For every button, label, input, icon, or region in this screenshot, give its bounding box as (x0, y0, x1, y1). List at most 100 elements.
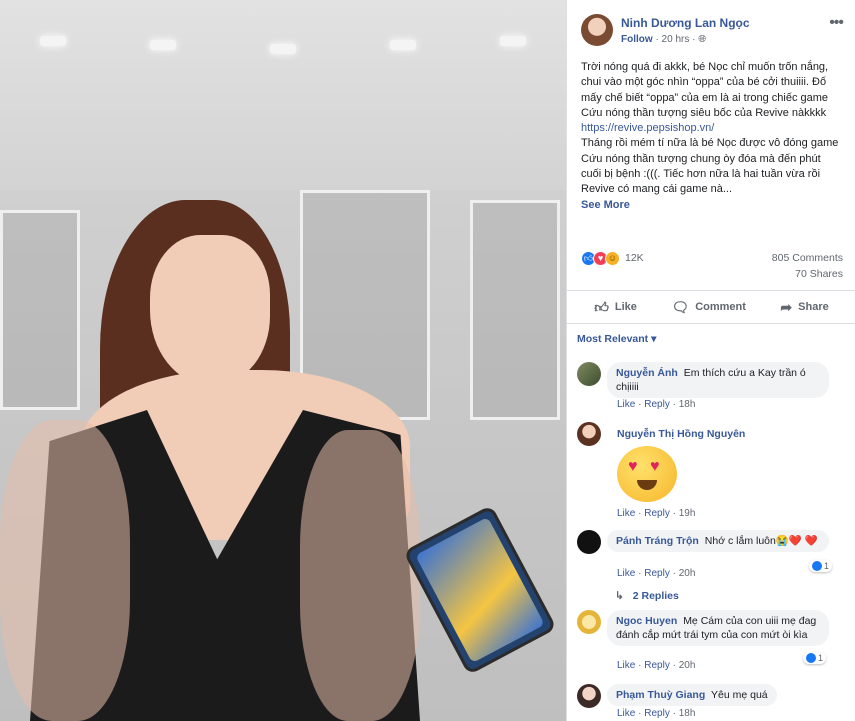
post-text-part2: Tháng rồi mém tí nữa là bé Nọc được vô đ… (581, 137, 839, 196)
comment-actions: Like · Reply · 18h (617, 708, 696, 719)
heart-eye-icon: ♥ (650, 458, 660, 475)
commenter-name[interactable]: Ngoc Huyen (616, 615, 677, 627)
globe-icon: 🌐︎ (698, 34, 707, 45)
ceiling-lamp (270, 44, 296, 54)
comment-reaction-badge[interactable]: 1 (803, 652, 827, 664)
display-shelf (470, 200, 560, 420)
comment-bubble: Pánh Tráng Trộn Nhớ c lắm luôn😭❤️ ❤️ (607, 530, 829, 552)
comment-bubble: Nguyễn Ánh Em thích cứu a Kay trần ó chị… (607, 362, 829, 398)
post-time[interactable]: · 20 hrs · (655, 34, 695, 45)
like-label: Like (614, 301, 637, 313)
post-text: Trời nóng quá đi akkk, bé Nọc chỉ muốn t… (581, 60, 843, 213)
comment-reply-link[interactable]: Reply (644, 708, 670, 719)
commenter-avatar[interactable] (577, 684, 601, 708)
comment-label: Comment (695, 301, 746, 313)
comment-time[interactable]: 20h (679, 660, 696, 671)
face (150, 235, 270, 385)
share-label: Share (798, 301, 829, 313)
comment-time[interactable]: 18h (679, 399, 696, 410)
commenter-name[interactable]: Nguyễn Thị Hồng Nguyên (617, 428, 745, 440)
ceiling-lamp (500, 36, 526, 46)
comment-time[interactable]: 20h (679, 568, 696, 579)
comment-bubble: Phạm Thuỳ Giang Yêu mẹ quá (607, 684, 777, 706)
commenter-avatar[interactable] (577, 362, 601, 386)
speech-bubble-icon: 🗨︎ (671, 298, 690, 315)
reaction-count: 12K (625, 252, 644, 264)
share-count[interactable]: 70 Shares (795, 268, 843, 280)
comment: Ngoc Huyen Mẹ Cám của con uiii mẹ đag đá… (577, 610, 847, 672)
reaction-summary[interactable]: 👍︎ ♥ ☺ 12K (581, 250, 644, 266)
comment-count[interactable]: 805 Comments (772, 252, 843, 264)
post-text-part1: Trời nóng quá đi akkk, bé Nọc chỉ muốn t… (581, 61, 829, 119)
comment-like-link[interactable]: Like (617, 568, 635, 579)
tulle-sleeve (0, 420, 130, 721)
view-replies-link[interactable]: ↳ 2 Replies (615, 590, 679, 602)
display-shelf (0, 210, 80, 410)
commenter-avatar[interactable] (577, 610, 601, 634)
commenter-name[interactable]: Pánh Tráng Trộn (616, 535, 699, 547)
like-reaction-icon (806, 653, 816, 663)
comment-reaction-count: 1 (818, 653, 824, 663)
comment-actions: Like · Reply · 20h (617, 568, 696, 579)
haha-reaction-icon: ☺ (605, 250, 620, 266)
thumbs-up-icon: 👍︎ (594, 298, 609, 315)
author-name[interactable]: Ninh Dương Lan Ngọc (621, 16, 750, 30)
comment-reply-link[interactable]: Reply (644, 568, 670, 579)
caret-down-icon: ▾ (651, 333, 657, 345)
ceiling (0, 0, 566, 190)
share-button[interactable]: ➦ Share (780, 299, 828, 316)
comment: Phạm Thuỳ Giang Yêu mẹ quá Like · Reply … (577, 684, 847, 721)
comment-reaction-badge[interactable]: 1 (809, 560, 833, 572)
comment-like-link[interactable]: Like (617, 508, 635, 519)
share-arrow-icon: ➦ (780, 298, 793, 315)
see-more-link[interactable]: See More (581, 198, 843, 213)
ceiling-lamp (40, 36, 66, 46)
sort-label: Most Relevant (577, 333, 649, 345)
comment-reply-link[interactable]: Reply (644, 660, 670, 671)
comment-reaction-count: 1 (824, 561, 830, 571)
comment-time[interactable]: 18h (679, 708, 696, 719)
commenter-avatar[interactable] (577, 422, 601, 446)
replies-label: 2 Replies (632, 590, 679, 602)
post-header: Ninh Dương Lan Ngọc Follow · 20 hrs · 🌐︎… (581, 14, 844, 50)
comment-actions: Like · Reply · 20h (617, 660, 696, 671)
commenter-name[interactable]: Nguyễn Ánh (616, 367, 678, 379)
action-bar: 👍︎ Like 🗨︎ Comment ➦ Share (567, 290, 855, 324)
commenter-avatar[interactable] (577, 530, 601, 554)
ceiling-lamp (390, 40, 416, 50)
game-screen (415, 516, 545, 664)
post-sidebar: Ninh Dương Lan Ngọc Follow · 20 hrs · 🌐︎… (566, 0, 855, 721)
comment-time[interactable]: 19h (679, 508, 696, 519)
comment-text: Nhớ c lắm luôn😭❤️ ❤️ (704, 535, 818, 547)
post-link[interactable]: https://revive.pepsishop.vn/ (581, 122, 714, 134)
ceiling-lamp (150, 40, 176, 50)
comment: Nguyễn Ánh Em thích cứu a Kay trần ó chị… (577, 362, 847, 412)
comment-like-link[interactable]: Like (617, 399, 635, 410)
comment-bubble: Ngoc Huyen Mẹ Cám của con uiii mẹ đag đá… (607, 610, 829, 646)
like-reaction-icon (812, 561, 822, 571)
comment-reply-link[interactable]: Reply (644, 399, 670, 410)
tulle-sleeve (300, 430, 420, 721)
comment-header: Nguyễn Thị Hồng Nguyên (617, 428, 748, 440)
commenter-name[interactable]: Phạm Thuỳ Giang (616, 689, 705, 701)
comment-actions: Like · Reply · 19h (617, 508, 696, 519)
post-photo[interactable] (0, 0, 566, 721)
reply-arrow-icon: ↳ (615, 590, 624, 602)
comment-button[interactable]: 🗨︎ Comment (671, 299, 746, 316)
comment-like-link[interactable]: Like (617, 660, 635, 671)
post-stats: 👍︎ ♥ ☺ 12K 805 Comments 70 Shares (581, 248, 843, 288)
author-avatar[interactable] (581, 14, 613, 46)
comment: Pánh Tráng Trộn Nhớ c lắm luôn😭❤️ ❤️ 1 L… (577, 530, 847, 582)
post-meta: Follow · 20 hrs · 🌐︎ (621, 34, 706, 45)
heart-eyes-emoji: ♥ ♥ (617, 446, 677, 502)
follow-link[interactable]: Follow (621, 34, 653, 45)
comment: Nguyễn Thị Hồng Nguyên ♥ ♥ Like · Reply … (577, 422, 847, 522)
ellipsis-icon[interactable]: ••• (829, 14, 844, 32)
sort-dropdown[interactable]: Most Relevant ▾ (577, 333, 656, 345)
comment-reply-link[interactable]: Reply (644, 508, 670, 519)
phone (402, 504, 558, 676)
comment-actions: Like · Reply · 18h (617, 399, 696, 410)
comment-like-link[interactable]: Like (617, 708, 635, 719)
heart-eye-icon: ♥ (628, 458, 638, 475)
like-button[interactable]: 👍︎ Like (594, 299, 637, 316)
